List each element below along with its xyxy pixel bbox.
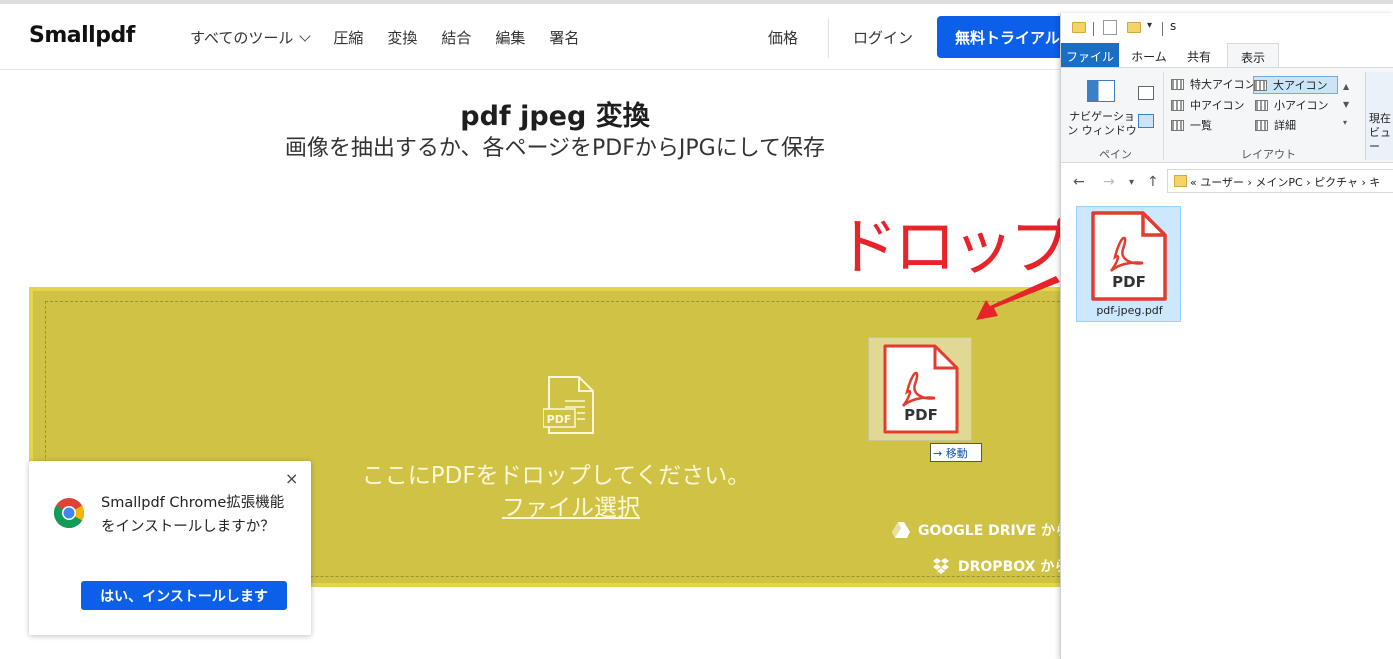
up-arrow-icon[interactable]: ↑ <box>1147 174 1159 190</box>
layout-scroll-arrows[interactable]: ▲ ▼ ▾ <box>1343 78 1349 132</box>
customize-toolbar-icon[interactable]: ▾ <box>1147 20 1152 31</box>
popup-message: Smallpdf Chrome拡張機能をインストールしますか？ <box>101 495 285 535</box>
layout-details[interactable]: 詳細 <box>1255 117 1296 133</box>
chevron-down-icon <box>299 29 312 42</box>
layout-option-label: 小アイコン <box>1274 99 1329 112</box>
dropbox-icon <box>933 558 949 574</box>
details-pane-icon[interactable] <box>1138 114 1154 128</box>
nav-divider <box>828 18 829 58</box>
chrome-extension-popup: × Smallpdf Chrome拡張機能をインストールしますか？ はい、インス… <box>29 461 311 635</box>
pane-group-label: ペイン <box>1099 148 1132 161</box>
nav-pricing[interactable]: 価格 <box>768 27 798 48</box>
nav-convert[interactable]: 変換 <box>387 27 417 48</box>
current-view-label: 現在 ビュー <box>1369 112 1391 153</box>
tab-file[interactable]: ファイル <box>1061 43 1119 67</box>
layout-list[interactable]: 一覧 <box>1171 117 1212 133</box>
pdf-file-icon-label: PDF <box>547 413 572 426</box>
forward-arrow-icon[interactable]: → <box>1103 174 1115 190</box>
site-header: Smallpdf すべてのツール 圧縮 変換 結合 編集 署名 価格 ログイン … <box>0 4 1070 70</box>
pdf-document-icon: PDF <box>883 344 959 434</box>
properties-icon[interactable] <box>1103 20 1117 35</box>
nav-links: すべてのツール 圧縮 変換 結合 編集 署名 <box>190 27 603 48</box>
back-arrow-icon[interactable]: ← <box>1073 174 1085 190</box>
google-drive-icon <box>892 522 910 538</box>
large-icons-icon <box>1254 79 1267 91</box>
file-name-label: pdf-jpeg.pdf <box>1096 304 1163 317</box>
window-title: s <box>1170 19 1177 33</box>
navigation-pane-button[interactable]: ナビゲーション ウィンドウ <box>1067 110 1137 138</box>
layout-group-label: レイアウト <box>1241 148 1296 161</box>
preview-pane-icon[interactable] <box>1138 86 1154 100</box>
dropbox-label: DROPBOX から <box>958 559 1069 575</box>
details-icon <box>1255 119 1268 131</box>
page-subtitle: 画像を抽出するか、各ページをPDFからJPGにして保存 <box>284 136 826 161</box>
tab-home[interactable]: ホーム <box>1123 43 1175 67</box>
nav-edit[interactable]: 編集 <box>495 27 525 48</box>
close-icon[interactable]: × <box>285 469 298 488</box>
free-trial-button[interactable]: 無料トライアル <box>937 16 1070 58</box>
toolbar-separator <box>1093 22 1094 36</box>
dragged-file-ghost: PDF <box>868 337 972 441</box>
list-icon <box>1171 119 1184 131</box>
extra-large-icons-icon <box>1171 78 1184 90</box>
nav-login[interactable]: ログイン <box>853 27 913 48</box>
move-tooltip-label: 移動 <box>945 447 968 460</box>
nav-all-tools-label: すべてのツール <box>190 29 294 47</box>
layout-small-icons[interactable]: 小アイコン <box>1255 97 1328 113</box>
address-bar-row: ← → ▾ ↑ « ユーザー › メインPC › ピクチャ › キ <box>1061 163 1393 201</box>
layout-option-label: 大アイコン <box>1273 79 1328 92</box>
red-arrow-icon <box>976 276 1060 320</box>
explorer-title-bar: ▾ s <box>1061 13 1393 43</box>
layout-medium-icons[interactable]: 中アイコン <box>1171 97 1244 113</box>
drag-file-label: PDF <box>904 406 938 424</box>
layout-large-icons[interactable]: 大アイコン <box>1253 76 1339 94</box>
screen: Smallpdf すべてのツール 圧縮 変換 結合 編集 署名 価格 ログイン … <box>0 0 1393 659</box>
recent-locations-icon[interactable]: ▾ <box>1129 177 1134 188</box>
medium-icons-icon <box>1171 99 1184 111</box>
layout-option-label: 特大アイコン <box>1190 78 1256 91</box>
page-title: pdf jpeg 変換 <box>460 101 650 132</box>
new-folder-icon[interactable] <box>1127 22 1141 33</box>
pdf-file-icon: PDF <box>543 376 594 434</box>
move-tooltip: → 移動 <box>930 443 982 462</box>
drop-instruction: ここにPDFをドロップしてください。 <box>361 463 751 489</box>
layout-option-label: 中アイコン <box>1190 99 1245 112</box>
google-drive-button[interactable]: GOOGLE DRIVE から <box>892 520 1069 540</box>
small-icons-icon <box>1255 99 1268 111</box>
view-ribbon: ナビゲーション ウィンドウ ペイン 特大アイコン 大アイコン 中アイコン 小アイ… <box>1061 67 1393 163</box>
ribbon-tabs: ファイル ホーム 共有 表示 <box>1061 43 1393 67</box>
tab-view[interactable]: 表示 <box>1227 43 1279 67</box>
choose-file-link[interactable]: ファイル選択 <box>496 488 646 522</box>
nav-compress[interactable]: 圧縮 <box>333 27 363 48</box>
file-explorer-window: ▾ s ファイル ホーム 共有 表示 ナビゲーション ウィンドウ ペイン 特大ア… <box>1060 13 1393 659</box>
smallpdf-logo[interactable]: Smallpdf <box>29 23 135 48</box>
pdf-document-icon: PDF <box>1091 211 1167 301</box>
google-drive-label: GOOGLE DRIVE から <box>918 523 1070 539</box>
navigation-pane-icon[interactable] <box>1087 80 1115 102</box>
file-item-pdf[interactable]: PDF pdf-jpeg.pdf <box>1076 206 1181 322</box>
nav-all-tools[interactable]: すべてのツール <box>190 27 312 48</box>
address-bar[interactable]: « ユーザー › メインPC › ピクチャ › キ <box>1167 169 1393 193</box>
layout-option-label: 一覧 <box>1190 119 1212 132</box>
file-item-icon-label: PDF <box>1112 273 1146 291</box>
layout-option-label: 詳細 <box>1274 119 1296 132</box>
nav-sign[interactable]: 署名 <box>549 27 579 48</box>
move-arrow-icon: → <box>933 447 943 460</box>
address-folder-icon <box>1174 175 1187 187</box>
dropbox-button[interactable]: DROPBOX から <box>932 556 1068 576</box>
ribbon-separator <box>1163 72 1164 160</box>
chrome-logo-icon <box>53 498 85 529</box>
tab-share[interactable]: 共有 <box>1177 43 1221 67</box>
install-extension-button[interactable]: はい、インストールします <box>81 581 287 610</box>
nav-merge[interactable]: 結合 <box>441 27 471 48</box>
toolbar-separator <box>1162 22 1163 36</box>
folder-icon <box>1072 22 1086 33</box>
layout-extra-large-icons[interactable]: 特大アイコン <box>1171 76 1255 92</box>
